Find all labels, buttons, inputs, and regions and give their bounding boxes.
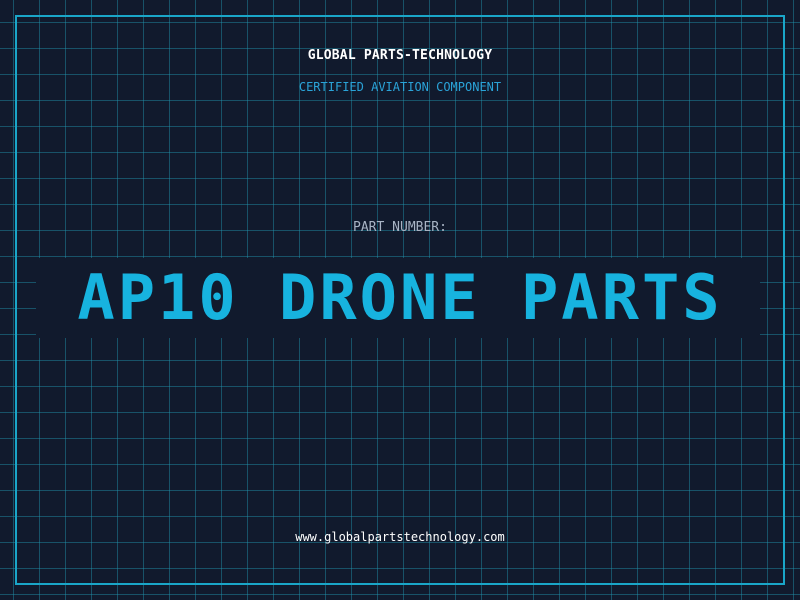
blueprint-canvas: GLOBAL PARTS-TECHNOLOGY CERTIFIED AVIATI… <box>0 0 800 600</box>
website-url: www.globalpartstechnology.com <box>295 530 505 544</box>
part-number-value: AP10 DRONE PARTS <box>77 261 723 334</box>
certification-subtitle: CERTIFIED AVIATION COMPONENT <box>298 80 502 94</box>
company-name: GLOBAL PARTS-TECHNOLOGY <box>307 48 493 63</box>
part-number-label: PART NUMBER: <box>353 220 447 235</box>
